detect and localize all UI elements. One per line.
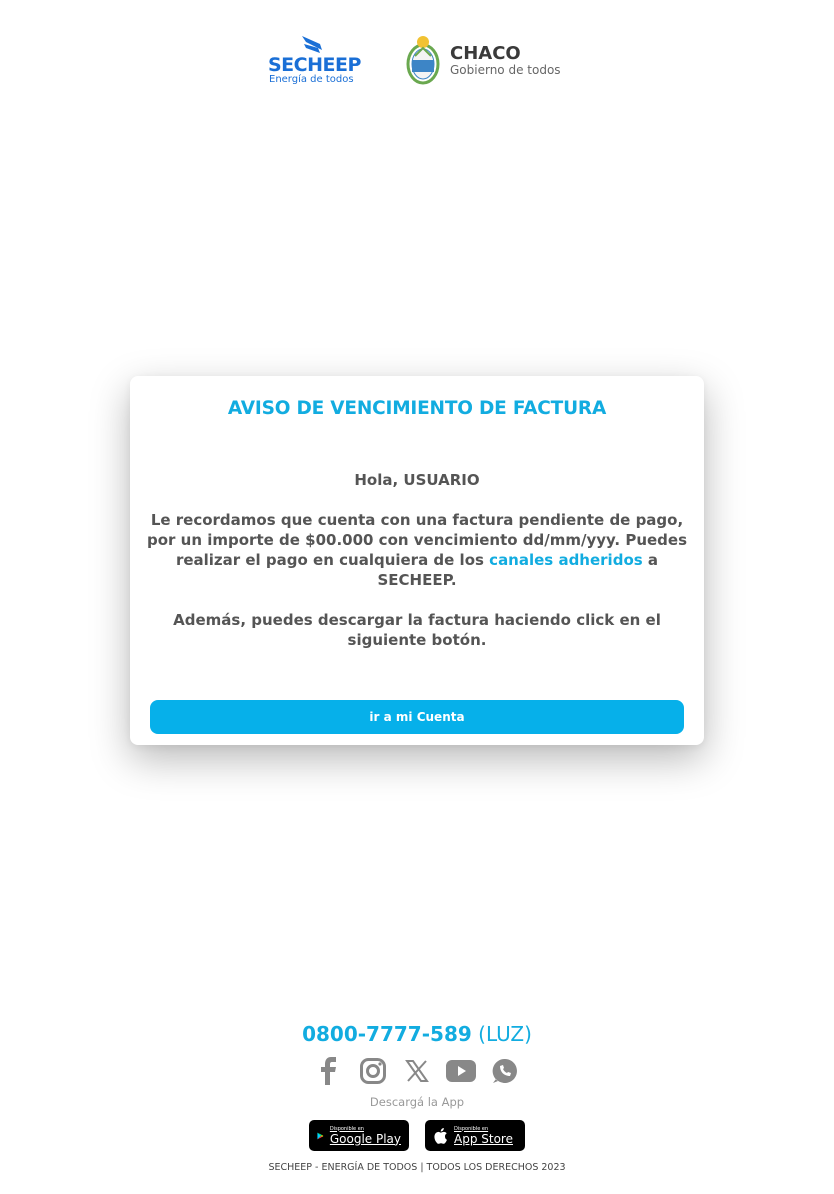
x-icon[interactable]: [401, 1055, 433, 1087]
copyright-text: SECHEEP - ENERGÍA DE TODOS | TODOS LOS D…: [268, 1162, 566, 1173]
google-play-small-label: Disponible en: [329, 1125, 364, 1132]
google-play-label: Google Play: [329, 1131, 401, 1146]
whatsapp-icon[interactable]: [489, 1055, 521, 1087]
email-header: SECHEEP Energía de todos CHACO Gobierno …: [0, 0, 834, 110]
secheep-logo: SECHEEP Energía de todos: [268, 34, 361, 88]
card-title: AVISO DE VENCIMIENTO DE FACTURA: [227, 398, 607, 419]
phone-line[interactable]: 0800-7777-589 (LUZ): [0, 1022, 834, 1046]
chaco-logo: CHACO Gobierno de todos: [404, 34, 574, 88]
reminder-text: Le recordamos que cuenta con una factura…: [146, 510, 688, 590]
greeting-text: Hola, USUARIO: [354, 471, 480, 489]
google-play-badge[interactable]: Disponible en Google Play: [309, 1120, 409, 1151]
secheep-tagline: Energía de todos: [269, 74, 354, 85]
chaco-seal-icon: [406, 36, 440, 85]
download-invoice-text: Además, puedes descargar la factura haci…: [173, 611, 661, 649]
secheep-wordmark: SECHEEP: [268, 54, 361, 76]
invoice-notice-card: AVISO DE VENCIMIENTO DE FACTURA Hola, US…: [130, 376, 704, 745]
secheep-bird-icon: [302, 36, 322, 53]
social-links: [0, 1055, 834, 1087]
app-store-small-label: Disponible en: [454, 1125, 489, 1132]
instagram-icon[interactable]: [357, 1055, 389, 1087]
go-to-account-button[interactable]: ir a mi Cuenta: [150, 700, 684, 734]
app-store-label: App Store: [454, 1131, 513, 1146]
chaco-name: CHACO: [450, 43, 521, 64]
youtube-icon[interactable]: [445, 1055, 477, 1087]
payment-channels-link[interactable]: canales adheridos: [489, 551, 643, 569]
card-body: Hola, USUARIO Le recordamos que cuenta c…: [146, 470, 688, 650]
facebook-icon[interactable]: [313, 1055, 345, 1087]
google-play-icon: [317, 1132, 324, 1139]
phone-suffix: (LUZ): [478, 1022, 532, 1046]
phone-number[interactable]: 0800-7777-589: [302, 1022, 472, 1046]
app-store-badges: Disponible en Google Play Disponible en …: [0, 1120, 834, 1152]
download-app-label: Descargá la App: [369, 1095, 465, 1109]
chaco-tagline: Gobierno de todos: [450, 63, 561, 77]
apple-icon: [434, 1127, 447, 1144]
app-store-badge[interactable]: Disponible en App Store: [425, 1120, 525, 1151]
